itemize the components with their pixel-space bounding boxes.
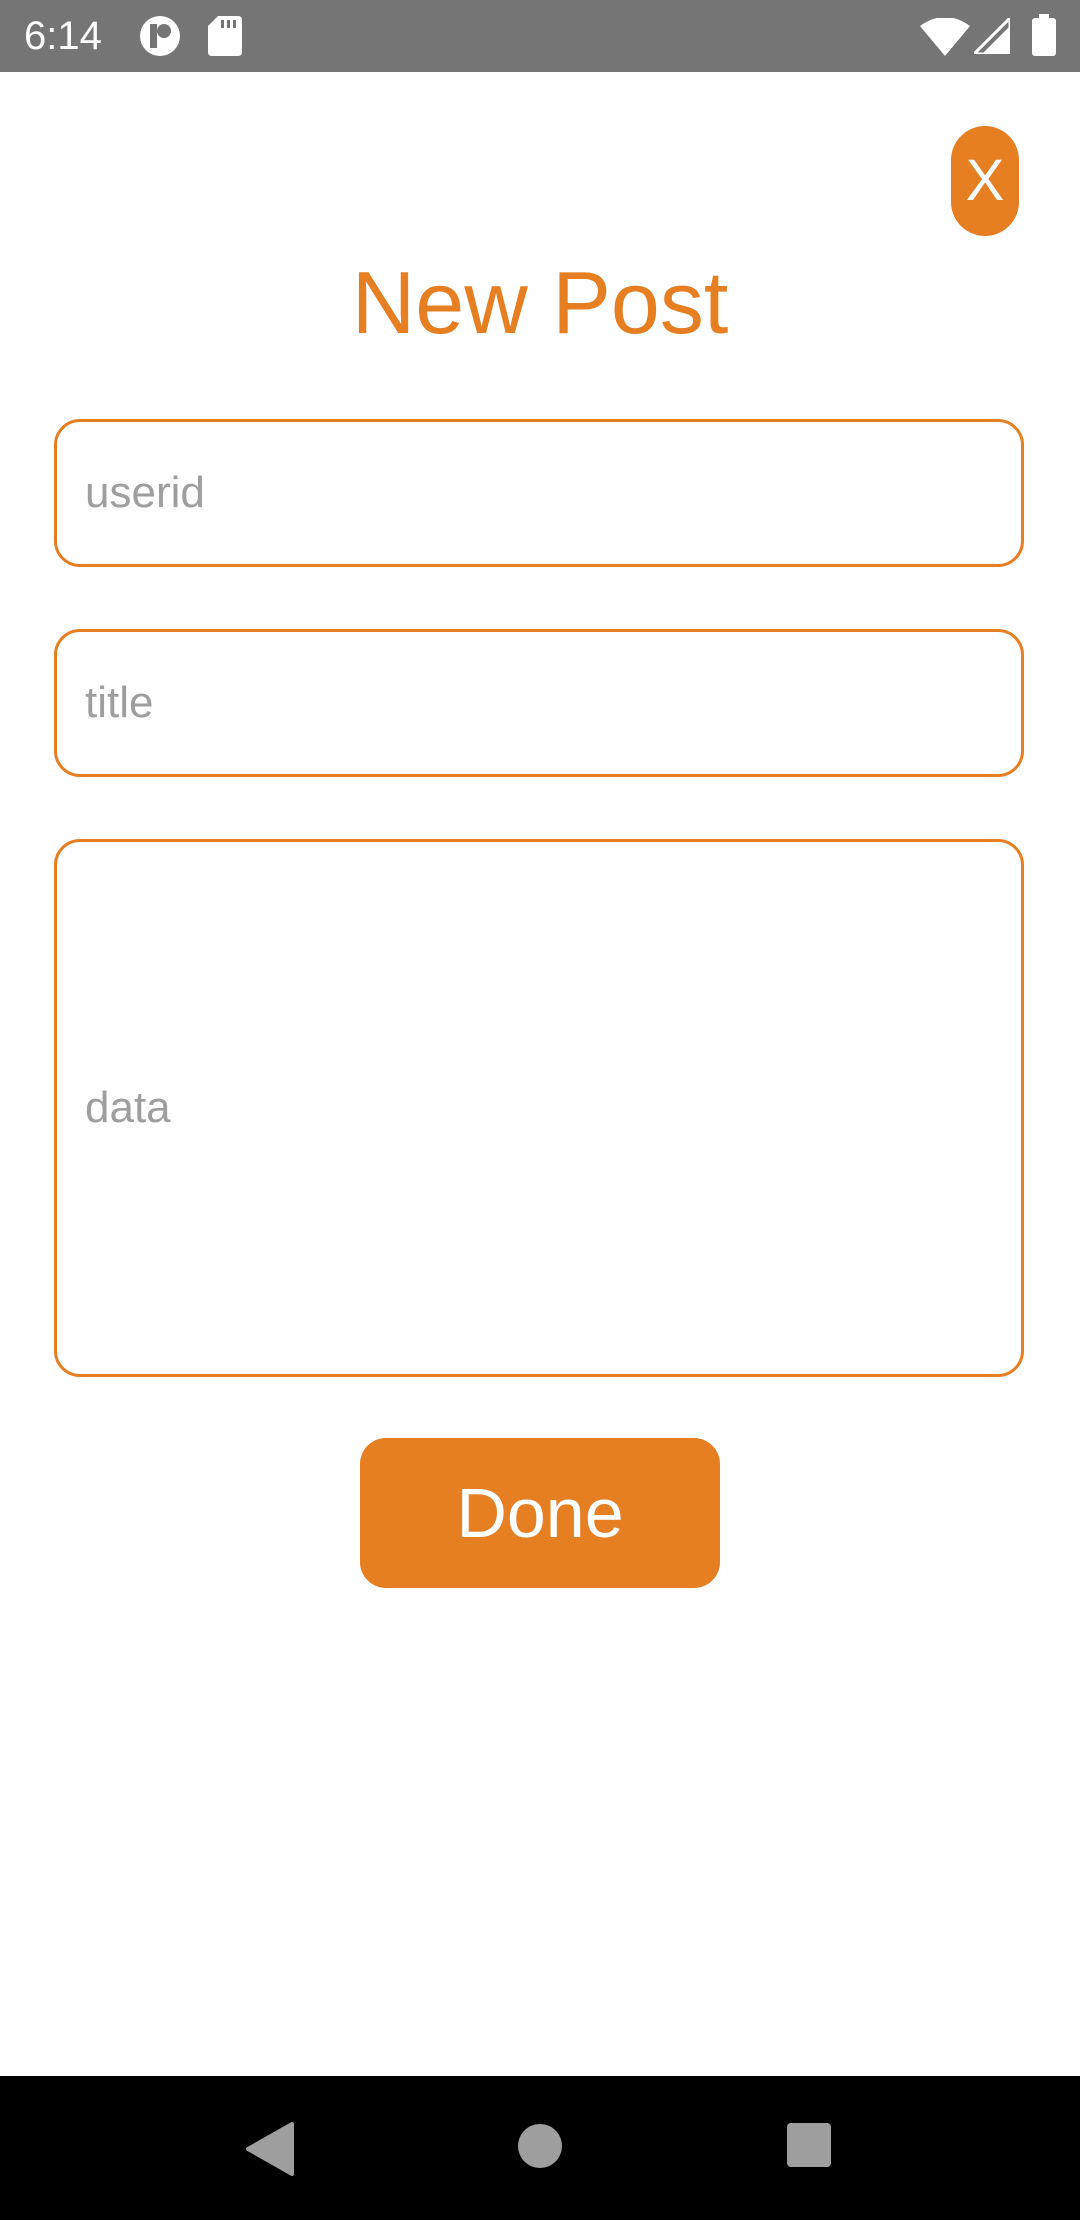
back-icon[interactable] — [244, 2122, 294, 2176]
navigation-bar — [0, 2076, 1080, 2220]
status-time: 6:14 — [24, 14, 102, 58]
home-icon[interactable] — [517, 2123, 563, 2169]
recents-icon[interactable] — [786, 2122, 832, 2168]
close-button[interactable]: X — [951, 126, 1019, 236]
userid-input[interactable] — [57, 422, 1021, 564]
data-input[interactable] — [57, 1080, 1021, 1136]
page-title: New Post — [351, 253, 729, 352]
cell-signal-icon — [974, 18, 1010, 54]
done-button[interactable]: Done — [360, 1438, 720, 1588]
sd-card-icon — [208, 16, 242, 56]
title-field-container — [54, 629, 1024, 777]
status-bar: 6:14 — [0, 0, 1080, 72]
wifi-icon — [920, 18, 970, 56]
userid-field-container — [54, 419, 1024, 567]
app-notification-icon — [140, 16, 180, 56]
battery-icon — [1032, 14, 1056, 56]
data-field-container — [54, 839, 1024, 1377]
title-input[interactable] — [57, 632, 1021, 774]
new-post-screen: 6:14 X New Post userid title data Done — [0, 0, 1080, 2220]
